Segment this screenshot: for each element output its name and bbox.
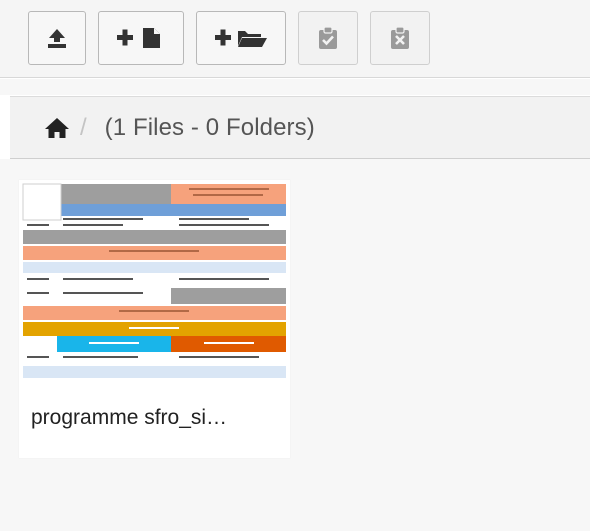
breadcrumb-separator: / [80,113,87,141]
home-icon[interactable] [44,117,70,139]
toolbar [0,0,590,78]
new-folder-button[interactable] [196,11,286,65]
upload-icon [46,27,68,49]
file-name: programme sfro_si… [31,406,228,429]
toolbar-gap [0,79,590,95]
clipboard-x-icon [389,25,411,51]
paste-button[interactable] [298,11,358,65]
file-thumbnail [19,180,290,380]
file-item[interactable]: programme sfro_si… [19,180,290,458]
clipboard-check-icon [317,25,339,51]
plus-folder-icon [213,26,269,50]
breadcrumb: / (1 Files - 0 Folders) [10,96,590,159]
new-file-button[interactable] [98,11,184,65]
plus-file-icon [115,26,167,50]
item-count: (1 Files - 0 Folders) [104,113,315,141]
clear-clipboard-button[interactable] [370,11,430,65]
upload-button[interactable] [28,11,86,65]
